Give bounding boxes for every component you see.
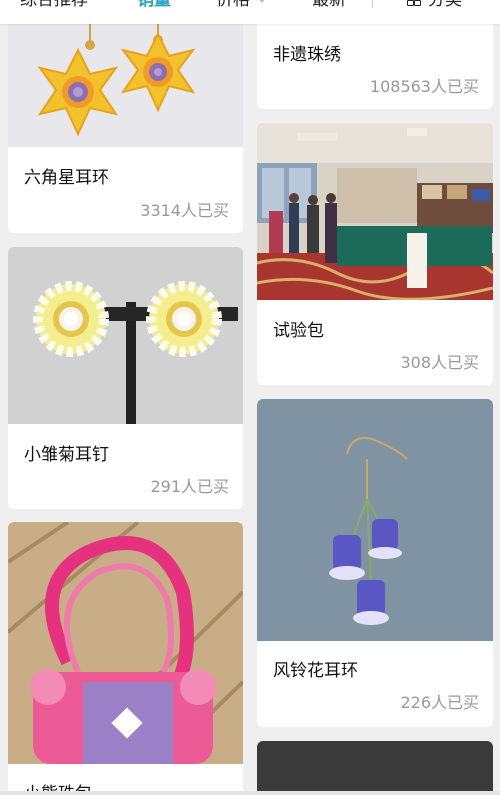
category-button[interactable]: 分类	[428, 0, 462, 12]
category-grid-icon[interactable]	[407, 0, 421, 6]
exhibition-room-image	[257, 123, 493, 300]
product-sales: 226人已买	[400, 693, 479, 712]
product-card[interactable]: 试验包 308人已买	[257, 123, 493, 385]
sort-tab-newest[interactable]: 最新	[312, 0, 346, 12]
product-image	[257, 741, 493, 795]
product-card[interactable]: 小雏菊耳钉 291人已买	[8, 247, 243, 509]
sort-tab-sales[interactable]: 销量	[137, 0, 171, 12]
product-card[interactable]	[257, 741, 493, 795]
product-title: 非遗珠绣	[273, 45, 341, 65]
product-title: 试验包	[273, 321, 324, 341]
product-card[interactable]: 风铃花耳环 226人已买	[257, 399, 493, 727]
product-card[interactable]: 六角星耳环 3314人已买	[8, 0, 243, 233]
bellflower-earring-image	[257, 399, 493, 641]
product-title: 六角星耳环	[24, 168, 109, 188]
daisy-stud-image	[8, 247, 243, 424]
bottom-edge	[0, 791, 500, 795]
sort-tab-price[interactable]: 价格	[216, 0, 250, 12]
product-title: 风铃花耳环	[273, 661, 358, 681]
product-sales: 3314人已买	[140, 201, 229, 220]
product-sales: 308人已买	[400, 353, 479, 372]
bead-bag-image	[8, 522, 243, 764]
product-title: 小雏菊耳钉	[24, 445, 109, 465]
sort-arrow-icon	[258, 0, 266, 3]
product-list-page: 综合推荐 销量 价格 最新 分类 六角星耳环 3314人已买 非遗珠绣 1085…	[0, 0, 500, 795]
sort-divider	[372, 0, 373, 8]
product-sales: 108563人已买	[369, 77, 479, 96]
sort-bar: 综合推荐 销量 价格 最新 分类	[0, 0, 500, 24]
sort-tab-recommended[interactable]: 综合推荐	[20, 0, 88, 12]
product-sales: 291人已买	[150, 477, 229, 496]
product-card[interactable]: 小熊珠包	[8, 522, 243, 795]
